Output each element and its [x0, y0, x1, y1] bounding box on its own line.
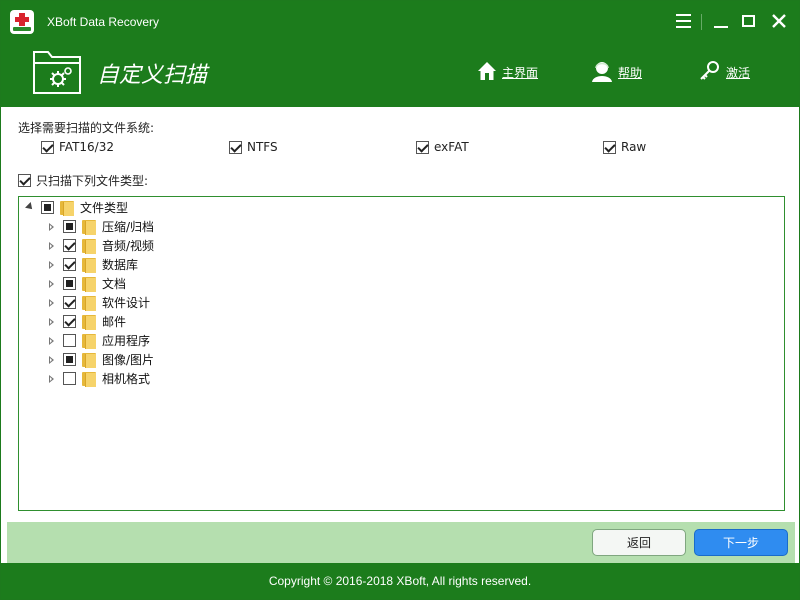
maximize-icon[interactable] [740, 11, 760, 31]
tree-root-label: 文件类型 [80, 201, 129, 215]
folder-icon [82, 276, 96, 292]
folder-icon [82, 257, 96, 273]
fs-fat-label: FAT16/32 [59, 140, 114, 154]
tree-item-checkbox[interactable] [63, 277, 76, 290]
tree-item-checkbox[interactable] [63, 372, 76, 385]
tree-root-node[interactable]: 文件类型 [25, 198, 128, 217]
tree-item-label: 文档 [102, 277, 127, 291]
nav-home-label: 主界面 [502, 65, 539, 80]
expand-arrow-icon[interactable] [25, 203, 35, 213]
collapse-arrow-icon[interactable] [47, 279, 57, 289]
fs-raw-label: Raw [621, 140, 647, 154]
folder-icon [82, 314, 96, 330]
tree-item-checkbox[interactable] [63, 239, 76, 252]
fs-option-exfat[interactable]: exFAT [416, 140, 469, 154]
tree-item-label: 邮件 [102, 315, 127, 329]
folder-icon [82, 238, 96, 254]
folder-icon [82, 219, 96, 235]
tree-item-checkbox[interactable] [63, 315, 76, 328]
tree-item[interactable]: 邮件 [47, 312, 126, 331]
fs-option-raw[interactable]: Raw [603, 140, 646, 154]
minimize-icon[interactable] [712, 11, 732, 31]
tree-root-checkbox[interactable] [41, 201, 54, 214]
app-logo-icon [10, 10, 34, 34]
next-button[interactable]: 下一步 [694, 529, 788, 556]
fs-ntfs-label: NTFS [247, 140, 278, 154]
only-scan-types-option[interactable]: 只扫描下列文件类型: [18, 172, 148, 189]
fs-fat-checkbox[interactable] [41, 140, 54, 154]
folder-gear-icon [32, 49, 82, 95]
user-help-icon [591, 60, 613, 85]
fs-exfat-checkbox[interactable] [416, 140, 429, 154]
tree-item-checkbox[interactable] [63, 353, 76, 366]
titlebar-divider [701, 14, 702, 30]
fs-exfat-label: exFAT [434, 140, 469, 154]
folder-icon [82, 371, 96, 387]
tree-item[interactable]: 文档 [47, 274, 126, 293]
collapse-arrow-icon[interactable] [47, 260, 57, 270]
tree-item-label: 图像/图片 [102, 353, 155, 367]
back-button[interactable]: 返回 [592, 529, 686, 556]
only-scan-types-label: 只扫描下列文件类型: [36, 174, 149, 188]
tree-item[interactable]: 相机格式 [47, 369, 150, 388]
key-icon [699, 60, 721, 85]
collapse-arrow-icon[interactable] [47, 317, 57, 327]
tree-item-checkbox[interactable] [63, 258, 76, 271]
copyright-footer: Copyright © 2016-2018 XBoft, All rights … [1, 563, 799, 599]
title-bar: XBoft Data Recovery [1, 1, 799, 43]
collapse-arrow-icon[interactable] [47, 355, 57, 365]
tree-item[interactable]: 压缩/归档 [47, 217, 154, 236]
tree-item-checkbox[interactable] [63, 220, 76, 233]
tree-item-checkbox[interactable] [63, 334, 76, 347]
tree-item-label: 数据库 [102, 258, 139, 272]
tree-item[interactable]: 图像/图片 [47, 350, 154, 369]
only-scan-types-checkbox[interactable] [18, 174, 31, 187]
folder-icon [82, 295, 96, 311]
menu-icon[interactable] [674, 11, 694, 31]
tree-item-label: 音频/视频 [102, 239, 155, 253]
fs-option-fat[interactable]: FAT16/32 [41, 140, 114, 154]
folder-icon [82, 333, 96, 349]
home-icon [477, 61, 497, 84]
fs-option-ntfs[interactable]: NTFS [229, 140, 278, 154]
tree-item[interactable]: 数据库 [47, 255, 138, 274]
collapse-arrow-icon[interactable] [47, 374, 57, 384]
page-header: 自定义扫描 主界面 帮助 激活 [1, 43, 799, 107]
nav-home-link[interactable]: 主界面 [477, 61, 538, 83]
collapse-arrow-icon[interactable] [47, 241, 57, 251]
window-title: XBoft Data Recovery [47, 15, 160, 29]
tree-item-label: 相机格式 [102, 372, 151, 386]
tree-item[interactable]: 音频/视频 [47, 236, 154, 255]
tree-item-label: 压缩/归档 [102, 220, 155, 234]
page-title: 自定义扫描 [97, 63, 208, 88]
nav-help-link[interactable]: 帮助 [591, 61, 642, 83]
close-icon[interactable] [769, 11, 789, 31]
tree-item[interactable]: 应用程序 [47, 331, 150, 350]
nav-activate-link[interactable]: 激活 [699, 60, 751, 85]
scan-options-panel: 选择需要扫描的文件系统: FAT16/32 NTFS exFAT Raw 只扫描… [1, 107, 799, 521]
nav-activate-label: 激活 [726, 65, 751, 80]
collapse-arrow-icon[interactable] [47, 336, 57, 346]
nav-help-label: 帮助 [618, 65, 643, 80]
collapse-arrow-icon[interactable] [47, 298, 57, 308]
folder-icon [60, 200, 74, 216]
file-type-tree[interactable]: 文件类型 压缩/归档 音频/视频 数据库 文档 软件设计 邮件 应用程序 图像/… [18, 196, 785, 511]
tree-item-label: 软件设计 [102, 296, 151, 310]
collapse-arrow-icon[interactable] [47, 222, 57, 232]
fs-ntfs-checkbox[interactable] [229, 140, 242, 154]
filesystem-section-label: 选择需要扫描的文件系统: [18, 121, 155, 135]
folder-icon [82, 352, 96, 368]
action-bar: 返回 下一步 [7, 522, 795, 564]
app-window: XBoft Data Recovery 自定义扫描 主界面 帮助 激活 选择需要… [0, 0, 800, 600]
fs-raw-checkbox[interactable] [603, 140, 616, 154]
tree-item-label: 应用程序 [102, 334, 151, 348]
tree-item-checkbox[interactable] [63, 296, 76, 309]
copyright-text: Copyright © 2016-2018 XBoft, All rights … [268, 574, 532, 588]
tree-item[interactable]: 软件设计 [47, 293, 150, 312]
